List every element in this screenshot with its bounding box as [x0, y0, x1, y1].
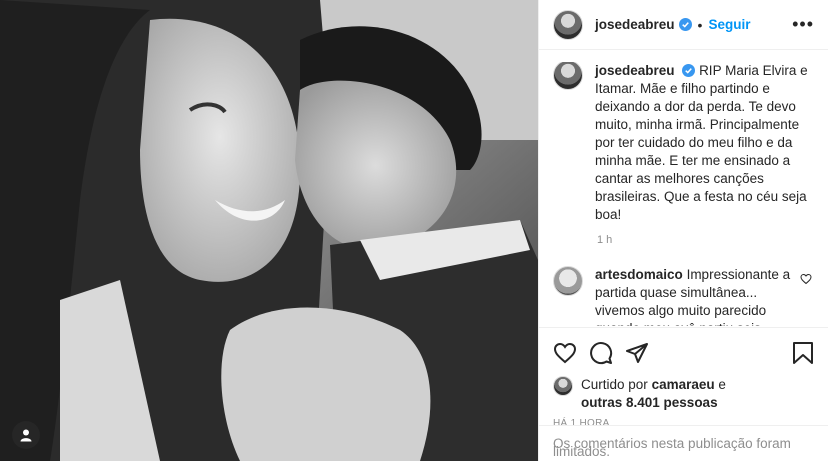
author-username[interactable]: josedeabreu: [595, 17, 675, 32]
comment-avatar[interactable]: [553, 266, 583, 296]
post-header: josedeabreu • Seguir •••: [539, 0, 828, 50]
comments-list[interactable]: josedeabreu RIP Maria Elvira e Itamar. M…: [553, 62, 816, 326]
comment-item: artesdomaico Impressionante a partida qu…: [553, 266, 816, 326]
post-photo[interactable]: [0, 0, 538, 461]
post-actions: Curtido por camaraeu e outras 8.401 pess…: [539, 327, 828, 429]
likes-summary: Curtido por camaraeu e outras 8.401 pess…: [553, 376, 814, 412]
liker-avatar[interactable]: [553, 376, 573, 396]
comments-limited-notice: Os comentários nesta publicação foram li…: [539, 425, 828, 461]
comment-username[interactable]: artesdomaico: [595, 267, 683, 282]
likes-prefix: Curtido por: [581, 377, 648, 392]
likes-others[interactable]: outras 8.401 pessoas: [581, 395, 718, 410]
likes-connector: e: [718, 377, 726, 392]
more-options-button[interactable]: •••: [792, 14, 814, 35]
verified-icon: [682, 64, 696, 77]
header-separator: •: [697, 16, 703, 33]
caption-text: RIP Maria Elvira e Itamar. Mãe e filho p…: [595, 63, 808, 222]
post-side-panel: josedeabreu • Seguir ••• josedeabreu RIP…: [538, 0, 828, 461]
follow-button[interactable]: Seguir: [708, 17, 750, 32]
caption-username[interactable]: josedeabreu: [595, 63, 675, 78]
comment-like-heart-icon[interactable]: [800, 272, 812, 290]
verified-icon: [678, 18, 692, 31]
share-icon[interactable]: [625, 341, 649, 365]
heart-icon[interactable]: [553, 341, 577, 365]
liker-username[interactable]: camaraeu: [652, 377, 715, 392]
save-icon[interactable]: [792, 341, 814, 365]
photo-image: [0, 0, 538, 461]
caption: josedeabreu RIP Maria Elvira e Itamar. M…: [553, 62, 816, 224]
author-avatar[interactable]: [553, 9, 583, 40]
caption-time[interactable]: 1 h: [597, 234, 816, 246]
comment-icon[interactable]: [589, 341, 613, 365]
caption-avatar[interactable]: [553, 62, 583, 90]
user-tag-icon[interactable]: [12, 421, 40, 449]
